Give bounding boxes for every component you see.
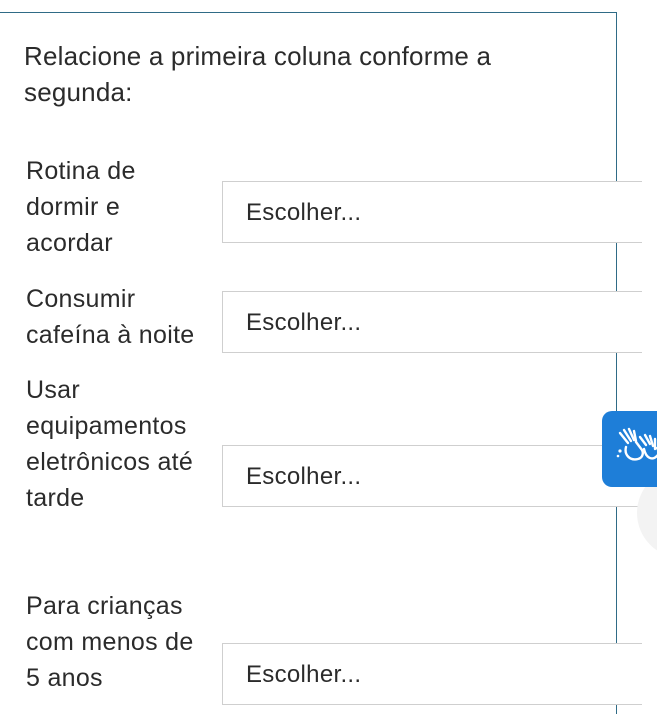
select-value: Escolher... <box>246 199 362 226</box>
label-line: Rotina de <box>26 157 136 185</box>
label-line: Para crianças <box>26 592 183 620</box>
label-line: tarde <box>26 484 85 512</box>
match-row-3-select[interactable]: Escolher... <box>222 445 642 507</box>
label-line: cafeína à noite <box>26 321 195 349</box>
select-value: Escolher... <box>246 661 362 688</box>
label-line: 5 anos <box>26 664 103 692</box>
match-row-3-label: Usar equipamentos eletrônicos até tarde <box>26 372 222 516</box>
match-row-4-label: Para crianças com menos de 5 anos <box>26 588 222 696</box>
match-row-2-label: Consumir cafeína à noite <box>26 281 222 353</box>
sign-language-hands-icon <box>616 427 657 461</box>
match-row-4-select[interactable]: Escolher... <box>222 643 642 705</box>
label-line: com menos de <box>26 628 194 656</box>
label-line: Consumir <box>26 285 136 313</box>
label-line: eletrônicos até <box>26 448 194 476</box>
label-line: Usar <box>26 376 80 404</box>
match-row-2-select[interactable]: Escolher... <box>222 291 642 353</box>
accessibility-widget-button[interactable] <box>602 411 657 487</box>
page: Relacione a primeira coluna conforme a s… <box>0 0 657 714</box>
label-line: dormir e <box>26 193 121 221</box>
label-line: equipamentos <box>26 412 187 440</box>
label-line: acordar <box>26 229 113 257</box>
select-value: Escolher... <box>246 463 362 490</box>
question-prompt: Relacione a primeira coluna conforme a s… <box>24 41 492 107</box>
match-row-1-select[interactable]: Escolher... <box>222 181 642 243</box>
select-value: Escolher... <box>246 309 362 336</box>
match-row-1-label: Rotina de dormir e acordar <box>26 153 222 261</box>
